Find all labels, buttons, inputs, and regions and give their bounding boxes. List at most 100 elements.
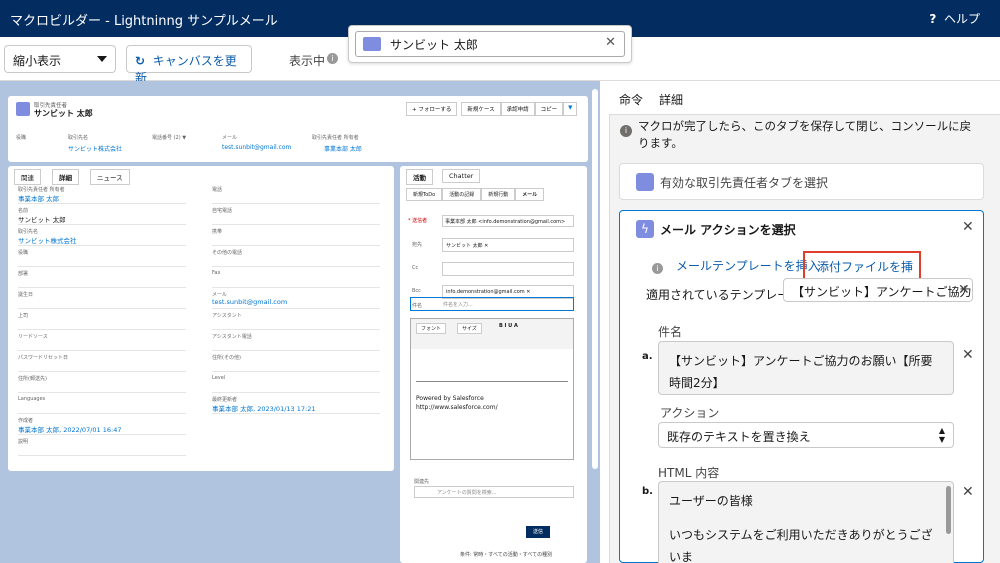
tab-related[interactable]: 関連 — [14, 169, 41, 185]
field-divider — [18, 371, 186, 372]
close-icon[interactable]: ✕ — [605, 35, 616, 50]
size-select[interactable]: サイズ — [457, 323, 482, 334]
field-value[interactable]: 事業本部 太郎, 2022/07/01 16:47 — [18, 424, 121, 434]
step-select-email-action: ϟ メール アクションを選択 ✕ i メールテンプレートを挿入 添付ファイルを挿… — [619, 210, 984, 563]
field-divider — [212, 392, 380, 393]
select-arrows-icon: ▲ ▼ — [938, 426, 945, 444]
tab-email[interactable]: メール — [515, 188, 545, 201]
tab-new-event[interactable]: 新規行動 — [481, 188, 516, 201]
field-divider — [212, 287, 380, 288]
action-label: アクション — [660, 406, 720, 420]
details-panel: 関連 詳細 ニュース 取引先責任者 所有者 事業本部 太郎 名前 サンビット 太郎 取引… — [8, 166, 394, 471]
chevron-down-icon — [97, 56, 107, 62]
step-title: メール アクションを選択 — [660, 223, 796, 237]
info-icon[interactable]: i — [327, 53, 338, 64]
fields-right: 電話 自宅電話 携帯 その他の電話 Fax メール test.sunbit@gmail.co… — [212, 186, 382, 466]
signature-line: Powered by Salesforce — [416, 395, 484, 402]
account-link[interactable]: サンビット株式会社 — [68, 144, 122, 153]
html-heading: HTML 内容 — [658, 466, 720, 480]
field-value: サンビット 太郎 — [18, 216, 66, 224]
field-divider — [18, 434, 186, 435]
to-field[interactable]: サンビット 太郎 ✕ — [442, 238, 574, 252]
tab-news[interactable]: ニュース — [90, 169, 130, 185]
tab-activity[interactable]: 活動 — [406, 169, 433, 185]
copy-button[interactable]: コピー — [534, 102, 564, 116]
divider — [416, 381, 568, 382]
target-tab-name: サンビット 太郎 — [390, 38, 478, 52]
instructions-tabs: 命令 詳細 — [609, 81, 1000, 118]
info-icon[interactable]: i — [652, 263, 663, 274]
signature-url: http://www.salesforce.com/ — [416, 404, 498, 411]
field-label: Level — [212, 375, 226, 381]
clear-template-icon[interactable]: ✕ — [958, 282, 970, 298]
field-label: 作成者 — [18, 418, 34, 424]
field-value[interactable]: test.sunbit@gmail.com — [212, 298, 287, 306]
help-link[interactable]: ? ヘルプ — [929, 10, 980, 27]
field-label: 住所(その他) — [212, 355, 241, 361]
send-button[interactable]: 送信 — [526, 526, 550, 538]
tab-instructions[interactable]: 命令 — [619, 91, 644, 118]
field-divider — [18, 224, 186, 225]
field-divider — [212, 224, 380, 225]
tab-log[interactable]: 活動の記録 — [442, 188, 482, 201]
activity-panel: 活動 Chatter 新規ToDo 活動の記録 新規行動 メール * 送信者 事… — [400, 166, 587, 563]
field-label: 携帯 — [212, 229, 223, 235]
refresh-canvas-button[interactable]: ↻ キャンバスを更新 — [126, 45, 252, 85]
remove-html-icon[interactable]: ✕ — [962, 484, 974, 500]
tab-details[interactable]: 詳細 — [659, 91, 683, 108]
new-case-button[interactable]: 新規ケース — [461, 102, 501, 116]
html-content-textarea[interactable]: ユーザーの皆様 いつもシステムをご利用いただきありがとうございま す。 — [658, 481, 954, 563]
approve-button[interactable]: 承認申請 — [500, 102, 535, 116]
field-label: 上司 — [18, 313, 29, 319]
field-value[interactable]: サンビット株式会社 — [18, 235, 77, 245]
field-divider — [18, 413, 186, 414]
field-label: 部署 — [18, 271, 29, 277]
step-select-contact-tab[interactable]: 有効な取引先責任者タブを選択 — [619, 163, 984, 200]
info-icon: i — [620, 125, 632, 137]
record-header: 取引先責任者 サンビット 太郎 + フォローする 新規ケース 承認申請 コピー … — [8, 96, 588, 162]
displaying-label: 表示中 — [289, 54, 326, 68]
field-divider — [18, 392, 186, 393]
subject-field[interactable]: 件名を入力... — [410, 297, 574, 311]
field-value[interactable]: 事業本部 太郎, 2023/01/13 17:21 — [212, 403, 315, 413]
owner-link[interactable]: 事業本部 太郎 — [324, 144, 362, 153]
record-actions: + フォローする 新規ケース 承認申請 コピー ▼ — [406, 102, 578, 116]
field-value[interactable]: 事業本部 太郎 — [18, 193, 59, 203]
field-divider — [18, 287, 186, 288]
font-select[interactable]: フォント — [416, 323, 447, 334]
from-select[interactable]: 事業本部 太郎 <info.demonstration@gmail.com> — [442, 215, 574, 227]
subject-textarea[interactable]: 【サンビット】アンケートご協力のお願い【所要時間2分】 — [658, 341, 954, 395]
follow-button[interactable]: + フォローする — [406, 102, 458, 116]
related-search[interactable]: アンケートの質問を検索... — [414, 486, 574, 498]
canvas-scrollbar[interactable] — [592, 89, 598, 469]
field-divider — [212, 329, 380, 330]
tab-new-todo[interactable]: 新規ToDo — [406, 188, 443, 201]
bold-button[interactable]: B I U A — [499, 323, 518, 329]
insert-attachment-highlight: 添付ファイルを挿入 — [803, 251, 921, 291]
field-divider — [212, 245, 380, 246]
target-tab-chip[interactable]: サンビット 太郎 ✕ — [348, 25, 632, 63]
field-label: 自宅電話 — [212, 208, 233, 214]
activity-subtabs: 新規ToDo 活動の記録 新規行動 メール — [406, 188, 545, 201]
applied-template-field[interactable]: 【サンビット】アンケートご協力... — [783, 278, 973, 302]
close-icon[interactable]: ✕ — [962, 219, 974, 235]
email-body-editor[interactable]: フォント サイズ B I U A Powered by Salesforce h… — [410, 318, 574, 460]
field-label: パスワードリセット日 — [18, 355, 69, 361]
action-select[interactable]: 既存のテキストを置き換え ▲ ▼ — [658, 422, 954, 448]
insert-template-link[interactable]: メールテンプレートを挿入 — [676, 257, 820, 274]
field-label: その他の電話 — [212, 250, 243, 256]
window-title: マクロビルダー - Lightninng サンプルメール — [10, 14, 278, 29]
field-label: Languages — [18, 396, 46, 402]
field-label: リードソース — [18, 334, 48, 340]
tab-details[interactable]: 詳細 — [52, 169, 79, 185]
field-label: メール — [212, 292, 228, 298]
zoom-select[interactable]: 縮小表示 — [4, 45, 116, 73]
tab-chatter[interactable]: Chatter — [442, 169, 481, 183]
remove-subject-icon[interactable]: ✕ — [962, 347, 974, 363]
textarea-scrollbar[interactable] — [946, 486, 951, 534]
more-actions-button[interactable]: ▼ — [563, 102, 578, 116]
help-icon: ? — [929, 12, 937, 26]
cc-field[interactable] — [442, 262, 574, 276]
email-link[interactable]: test.sunbit@gmail.com — [222, 144, 291, 151]
field-divider — [18, 308, 186, 309]
